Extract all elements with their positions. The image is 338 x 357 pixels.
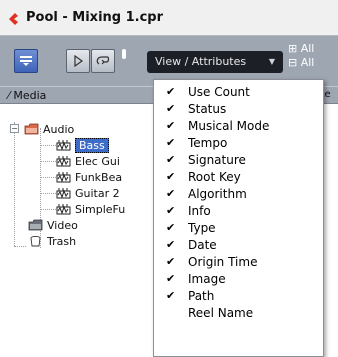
menu-item-label: Type xyxy=(188,221,216,235)
media-column-label: Media xyxy=(13,89,47,102)
trash-icon xyxy=(30,235,41,247)
menu-item-type[interactable]: ✔ Type xyxy=(154,220,323,237)
menu-item-signature[interactable]: ✔ Signature xyxy=(154,152,323,169)
checkmark-icon: ✔ xyxy=(166,238,176,251)
view-attributes-menu: ✔ Use Count ✔ Status ✔ Musical Mode ✔ Tempo … xyxy=(153,79,324,357)
tree-item-elec-gui[interactable]: Elec Gui xyxy=(56,153,120,169)
tree-line xyxy=(40,193,56,194)
checkmark-icon: ✔ xyxy=(166,119,176,132)
tree-label-audio: Audio xyxy=(43,122,75,136)
audio-file-icon xyxy=(56,188,71,199)
loop-icon xyxy=(96,56,110,65)
tree-item-bass[interactable]: Bass xyxy=(56,137,109,153)
tree-line xyxy=(40,209,56,210)
volume-knob[interactable] xyxy=(122,49,126,59)
checkmark-icon: ✔ xyxy=(166,272,176,285)
menu-item-musical-mode[interactable]: ✔ Musical Mode xyxy=(154,118,323,135)
audio-file-icon xyxy=(56,140,71,151)
tree-item-simplefu[interactable]: SimpleFu xyxy=(56,201,125,217)
menu-item-reel-name[interactable]: Reel Name xyxy=(154,305,323,322)
menu-item-label: Path xyxy=(188,289,215,303)
checkmark-icon: ✔ xyxy=(166,204,176,217)
menu-item-label: Status xyxy=(188,102,227,116)
tree-line xyxy=(40,145,56,146)
menu-item-label: Root Key xyxy=(188,170,241,184)
cubase-logo-icon xyxy=(9,13,18,25)
checkmark-icon: ✔ xyxy=(166,187,176,200)
video-folder-icon xyxy=(28,219,43,231)
tree-node-video[interactable]: Video xyxy=(28,217,78,233)
tree-label-simplefu: SimpleFu xyxy=(75,202,126,216)
menu-item-label: Info xyxy=(188,204,211,218)
loop-button[interactable] xyxy=(91,49,115,73)
menu-item-label: Signature xyxy=(188,153,246,167)
menu-item-label: Reel Name xyxy=(188,306,254,320)
checkmark-icon: ✔ xyxy=(166,289,176,302)
checkmark-icon: ✔ xyxy=(166,136,176,149)
play-button[interactable] xyxy=(66,49,90,73)
checkmark-icon: ✔ xyxy=(166,102,176,115)
view-attributes-label: View / Attributes xyxy=(155,55,247,68)
menu-item-label: Algorithm xyxy=(188,187,247,201)
tree-label-bass: Bass xyxy=(75,137,109,153)
menu-item-label: Origin Time xyxy=(188,255,258,269)
tree-label-elec-gui: Elec Gui xyxy=(75,154,120,168)
menu-item-algorithm[interactable]: ✔ Algorithm xyxy=(154,186,323,203)
window-title: Pool - Mixing 1.cpr xyxy=(26,10,164,25)
tree-item-guitar-2[interactable]: Guitar 2 xyxy=(56,185,120,201)
tree-node-trash[interactable]: Trash xyxy=(28,233,76,249)
tree-item-funkbea[interactable]: FunkBea xyxy=(56,169,122,185)
menu-item-label: Musical Mode xyxy=(188,119,270,133)
audio-file-icon xyxy=(56,204,71,215)
checkmark-icon: ✔ xyxy=(166,255,176,268)
tree-line xyxy=(14,246,26,247)
menu-item-label: Tempo xyxy=(188,136,228,150)
collapse-audio-toggle[interactable]: − xyxy=(10,124,19,133)
media-column-header[interactable]: ⁄ Media xyxy=(8,89,46,102)
menu-item-info[interactable]: ✔ Info xyxy=(154,203,323,220)
tree-line xyxy=(40,161,56,162)
tree-label-trash: Trash xyxy=(47,234,77,248)
checkmark-icon: ✔ xyxy=(166,85,176,98)
info-line-toggle-button[interactable] xyxy=(14,49,38,73)
menu-item-label: Date xyxy=(188,238,217,252)
menu-item-label: Image xyxy=(188,272,226,286)
menu-item-label: Use Count xyxy=(188,85,250,99)
play-icon xyxy=(74,55,84,67)
collapse-all-label: All xyxy=(300,56,315,68)
menu-item-path[interactable]: ✔ Path xyxy=(154,288,323,305)
menu-item-root-key[interactable]: ✔ Root Key xyxy=(154,169,323,186)
tree-label-video: Video xyxy=(47,218,78,232)
chevron-down-icon: ▼ xyxy=(268,57,275,66)
audio-folder-icon xyxy=(24,123,39,135)
tree-label-guitar-2: Guitar 2 xyxy=(75,186,120,200)
expand-all-button[interactable]: ⊞ All xyxy=(288,42,314,55)
expand-all-label: All xyxy=(300,42,315,55)
menu-item-status[interactable]: ✔ Status xyxy=(154,101,323,118)
menu-item-image[interactable]: ✔ Image xyxy=(154,271,323,288)
checkmark-icon: ✔ xyxy=(166,221,176,234)
collapse-all-button[interactable]: ⊟ All xyxy=(288,56,314,68)
menu-item-use-count[interactable]: ✔ Use Count xyxy=(154,84,323,101)
info-line-icon xyxy=(20,56,32,66)
audio-file-icon xyxy=(56,156,71,167)
tree-label-funkbea: FunkBea xyxy=(75,170,123,184)
menu-item-date[interactable]: ✔ Date xyxy=(154,237,323,254)
audio-file-icon xyxy=(56,172,71,183)
tree-node-audio[interactable]: Audio xyxy=(24,121,74,137)
view-attributes-dropdown[interactable]: View / Attributes ▼ xyxy=(147,51,283,73)
checkmark-icon: ✔ xyxy=(166,153,176,166)
title-bar: Pool - Mixing 1.cpr xyxy=(0,0,338,36)
tree-line xyxy=(14,122,15,246)
checkmark-icon: ✔ xyxy=(166,170,176,183)
menu-item-tempo[interactable]: ✔ Tempo xyxy=(154,135,323,152)
tree-line xyxy=(40,177,56,178)
menu-item-origin-time[interactable]: ✔ Origin Time xyxy=(154,254,323,271)
